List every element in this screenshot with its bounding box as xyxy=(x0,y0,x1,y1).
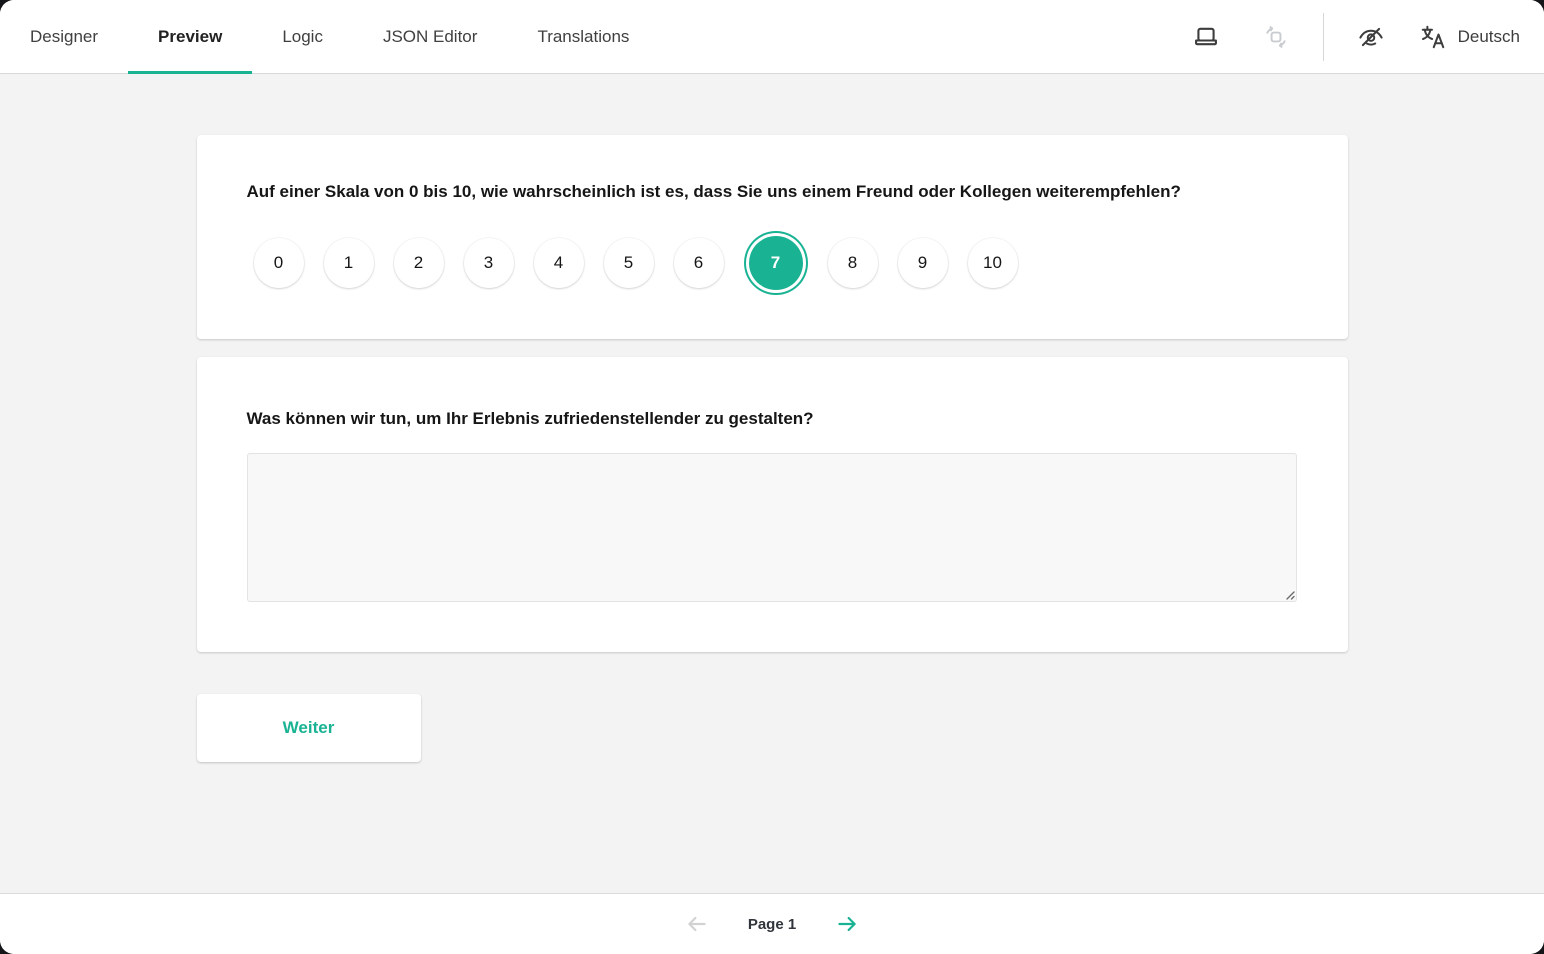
tab-designer[interactable]: Designer xyxy=(0,0,128,73)
language-selector[interactable]: Deutsch xyxy=(1414,22,1524,52)
rotate-device-button xyxy=(1252,13,1300,61)
rating-item-10[interactable]: 10 xyxy=(968,238,1018,288)
pager-page-label: Page 1 xyxy=(748,916,796,933)
rating-item-0[interactable]: 0 xyxy=(254,238,304,288)
creator-tabbar: Designer Preview Logic JSON Editor Trans… xyxy=(0,0,1544,74)
pager-footer: Page 1 xyxy=(0,893,1544,954)
nps-question-title: Auf einer Skala von 0 bis 10, wie wahrsc… xyxy=(247,177,1298,207)
question-card-nps: Auf einer Skala von 0 bis 10, wie wahrsc… xyxy=(197,135,1348,339)
rating-item-9[interactable]: 9 xyxy=(898,238,948,288)
question-card-comment: Was können wir tun, um Ihr Erlebnis zufr… xyxy=(197,357,1348,652)
laptop-icon xyxy=(1192,23,1220,51)
preview-toolbar: Deutsch xyxy=(1171,0,1544,73)
comment-input-wrap xyxy=(247,453,1298,602)
language-label: Deutsch xyxy=(1458,27,1520,47)
eye-off-icon xyxy=(1356,22,1386,52)
previous-page-arrow-button xyxy=(682,909,712,939)
rating-item-6[interactable]: 6 xyxy=(674,238,724,288)
translate-icon xyxy=(1418,22,1448,52)
nps-rating-scale: 0 1 2 3 4 5 6 7 8 9 10 xyxy=(247,231,1298,295)
rating-item-5[interactable]: 5 xyxy=(604,238,654,288)
rating-item-3[interactable]: 3 xyxy=(464,238,514,288)
tab-logic[interactable]: Logic xyxy=(252,0,353,73)
rating-item-4[interactable]: 4 xyxy=(534,238,584,288)
tab-json-editor[interactable]: JSON Editor xyxy=(353,0,507,73)
rating-item-1[interactable]: 1 xyxy=(324,238,374,288)
arrow-right-icon xyxy=(834,911,860,937)
comment-question-title: Was können wir tun, um Ihr Erlebnis zufr… xyxy=(247,404,1298,434)
comment-textarea[interactable] xyxy=(247,453,1297,602)
laptop-device-button[interactable] xyxy=(1182,13,1230,61)
show-invisible-elements-button[interactable] xyxy=(1347,13,1395,61)
survey-preview-area: Auf einer Skala von 0 bis 10, wie wahrsc… xyxy=(0,74,1544,893)
rating-item-2[interactable]: 2 xyxy=(394,238,444,288)
rating-item-8[interactable]: 8 xyxy=(828,238,878,288)
toolbar-divider xyxy=(1323,13,1324,61)
next-page-arrow-button[interactable] xyxy=(832,909,862,939)
rotate-device-icon xyxy=(1262,23,1290,51)
next-page-button[interactable]: Weiter xyxy=(197,694,421,762)
tab-preview[interactable]: Preview xyxy=(128,0,252,73)
survey-page: Auf einer Skala von 0 bis 10, wie wahrsc… xyxy=(197,135,1348,762)
tab-translations[interactable]: Translations xyxy=(507,0,659,73)
arrow-left-icon xyxy=(684,911,710,937)
survey-creator-window: Designer Preview Logic JSON Editor Trans… xyxy=(0,0,1544,954)
rating-item-7-selected[interactable]: 7 xyxy=(749,236,803,290)
